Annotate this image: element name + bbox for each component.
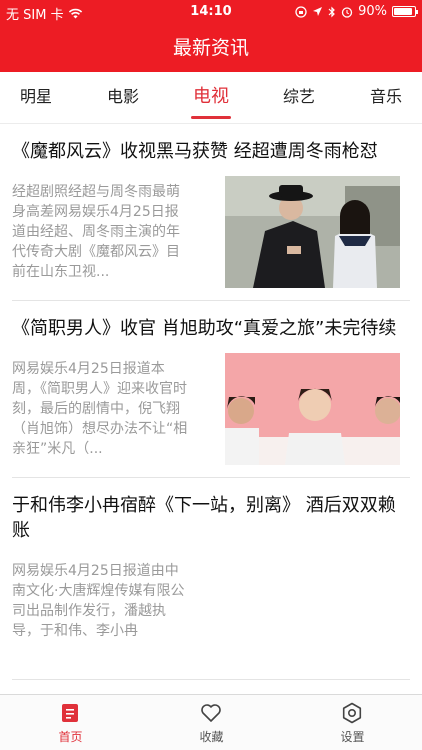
- tabbar-home[interactable]: 首页: [0, 695, 141, 750]
- alarm-icon: [341, 6, 353, 18]
- tab-stars[interactable]: 明星: [6, 72, 66, 124]
- nav-bar: 最新资讯: [0, 25, 422, 72]
- news-thumbnail[interactable]: [225, 353, 400, 465]
- status-bar: 无 SIM 卡 14:10 90%: [0, 0, 422, 25]
- bottom-tab-bar: 首页 收藏 设置: [0, 694, 422, 750]
- heart-icon: [201, 704, 221, 722]
- news-feed[interactable]: 《魔都风云》收视黑马获赞 经超遭周冬雨枪怼 经超剧照经超与周冬雨最萌身高差网易娱…: [0, 124, 422, 694]
- news-summary: 网易娱乐4月25日报道由中南文化·大唐辉煌传媒有限公司出品制作发行，潘越执导，于…: [12, 563, 185, 639]
- tabbar-favorites[interactable]: 收藏: [141, 695, 282, 750]
- tab-tv[interactable]: 电视: [181, 72, 241, 124]
- tab-movies[interactable]: 电影: [93, 72, 153, 124]
- news-item[interactable]: 《魔都风云》收视黑马获赞 经超遭周冬雨枪怼 经超剧照经超与周冬雨最萌身高差网易娱…: [12, 124, 410, 301]
- news-title: 《简职男人》收官 肖旭助攻“真爱之旅”未完待续: [12, 318, 397, 339]
- tabbar-label: 设置: [340, 730, 365, 744]
- news-title: 《魔都风云》收视黑马获赞 经超遭周冬雨枪怼: [12, 141, 378, 162]
- tab-variety[interactable]: 综艺: [269, 72, 329, 124]
- active-tab-indicator: [191, 116, 231, 119]
- battery-percent: 90%: [358, 4, 387, 19]
- tabbar-label: 收藏: [199, 730, 224, 744]
- news-summary: 网易娱乐4月25日报道本周，《简职男人》迎来收官时刻，最后的剧情中，倪飞翔（肖旭…: [12, 361, 188, 457]
- category-tabs: 明星 电影 电视 综艺 音乐: [0, 72, 422, 124]
- settings-icon: [342, 702, 362, 724]
- home-icon: [62, 704, 78, 722]
- page-title: 最新资讯: [172, 37, 249, 59]
- news-item[interactable]: 《简职男人》收官 肖旭助攻“真爱之旅”未完待续 网易娱乐4月25日报道本周，《简…: [12, 301, 410, 478]
- tab-music[interactable]: 音乐: [356, 72, 416, 124]
- orientation-lock-icon: [295, 5, 307, 18]
- location-icon: [313, 7, 323, 16]
- news-title: 于和伟李小冉宿醉《下一站，别离》 酒后双双赖账: [12, 495, 396, 541]
- news-item[interactable]: 于和伟李小冉宿醉《下一站，别离》 酒后双双赖账 网易娱乐4月25日报道由中南文化…: [12, 478, 410, 680]
- battery-icon: [392, 6, 418, 17]
- tabbar-label: 首页: [58, 730, 83, 744]
- news-summary: 经超剧照经超与周冬雨最萌身高差网易娱乐4月25日报道由经超、周冬雨主演的年代传奇…: [12, 184, 180, 280]
- bluetooth-icon: [328, 6, 335, 17]
- tabbar-settings[interactable]: 设置: [282, 695, 422, 750]
- news-thumbnail[interactable]: [225, 176, 400, 288]
